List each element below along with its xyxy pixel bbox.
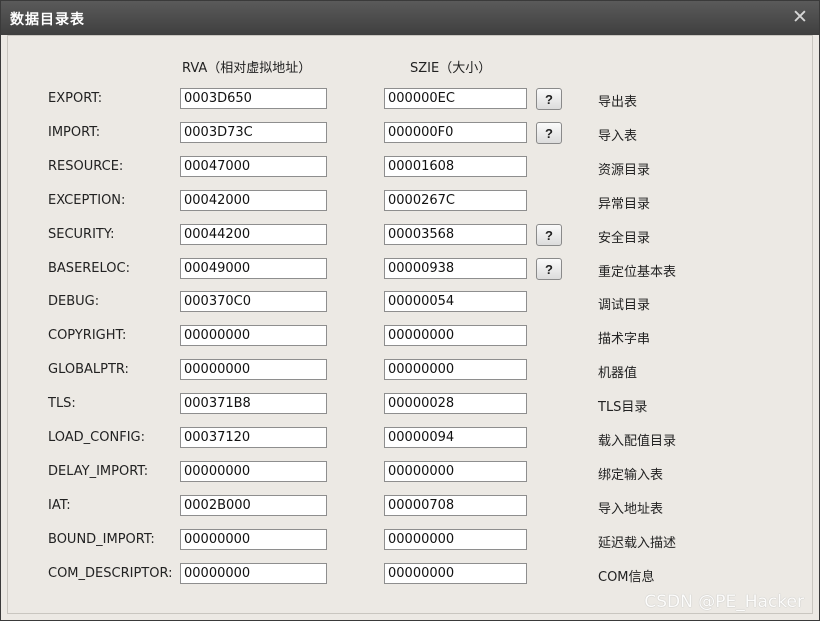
rva-column-header: RVA（相对虚拟地址） (182, 61, 312, 76)
row-label-bound-import: BOUND_IMPORT: (48, 532, 155, 547)
row-label-globalptr: GLOBALPTR: (48, 362, 129, 377)
rva-field-basereloc[interactable] (180, 258, 327, 279)
row-description-iat: 导入地址表 (598, 502, 664, 517)
row-description-import: 导入表 (598, 129, 638, 144)
row-label-security: SECURITY: (48, 227, 115, 242)
size-field-import[interactable] (384, 122, 527, 143)
rva-field-delay-import[interactable] (180, 461, 327, 482)
close-icon[interactable]: ✕ (791, 8, 809, 27)
size-field-com-descriptor[interactable] (384, 563, 527, 584)
title-bar[interactable]: 数据目录表 ✕ (1, 1, 819, 35)
row-label-import: IMPORT: (48, 125, 101, 140)
row-description-exception: 异常目录 (598, 197, 651, 212)
row-label-basereloc: BASERELOC: (48, 261, 130, 276)
data-directory-dialog: 数据目录表 ✕ RVA（相对虚拟地址） SZIE（大小） EXPORT:? 导出表… (0, 0, 820, 621)
size-field-basereloc[interactable] (384, 258, 527, 279)
row-description-tls: TLS目录 (598, 400, 648, 415)
rva-field-tls[interactable] (180, 393, 327, 414)
size-field-load-config[interactable] (384, 427, 527, 448)
row-description-basereloc: 重定位基本表 (598, 265, 677, 280)
rva-field-security[interactable] (180, 224, 327, 245)
size-field-exception[interactable] (384, 190, 527, 211)
window-title: 数据目录表 (10, 12, 85, 28)
row-description-security: 安全目录 (598, 231, 651, 246)
row-label-delay-import: DELAY_IMPORT: (48, 464, 149, 479)
size-field-export[interactable] (384, 88, 527, 109)
directory-panel: RVA（相对虚拟地址） SZIE（大小） EXPORT:? 导出表 IMPORT:?… (7, 35, 813, 614)
size-field-bound-import[interactable] (384, 529, 527, 550)
row-description-export: 导出表 (598, 95, 638, 110)
help-button-security[interactable]: ? (536, 224, 562, 246)
rva-field-copyright[interactable] (180, 325, 327, 346)
row-label-copyright: COPYRIGHT: (48, 328, 127, 343)
row-description-com-descriptor: COM信息 (598, 570, 655, 585)
rva-field-iat[interactable] (180, 495, 327, 516)
row-label-export: EXPORT: (48, 91, 103, 106)
row-description-load-config: 载入配值目录 (598, 434, 677, 449)
size-field-globalptr[interactable] (384, 359, 527, 380)
rva-field-globalptr[interactable] (180, 359, 327, 380)
rva-field-resource[interactable] (180, 156, 327, 177)
row-description-resource: 资源目录 (598, 163, 651, 178)
row-label-resource: RESOURCE: (48, 159, 124, 174)
help-button-export[interactable]: ? (536, 88, 562, 110)
rva-field-bound-import[interactable] (180, 529, 327, 550)
row-description-copyright: 描术字串 (598, 332, 651, 347)
watermark: CSDN @PE_Hacker (644, 592, 804, 612)
row-label-load-config: LOAD_CONFIG: (48, 430, 145, 445)
row-description-bound-import: 延迟载入描述 (598, 536, 677, 551)
size-field-copyright[interactable] (384, 325, 527, 346)
row-description-delay-import: 绑定输入表 (598, 468, 664, 483)
row-description-globalptr: 机器值 (598, 366, 638, 381)
size-field-resource[interactable] (384, 156, 527, 177)
help-button-basereloc[interactable]: ? (536, 258, 562, 280)
size-field-delay-import[interactable] (384, 461, 527, 482)
rva-field-exception[interactable] (180, 190, 327, 211)
size-field-tls[interactable] (384, 393, 527, 414)
size-field-debug[interactable] (384, 291, 527, 312)
rva-field-export[interactable] (180, 88, 327, 109)
row-label-tls: TLS: (48, 396, 76, 411)
size-field-security[interactable] (384, 224, 527, 245)
size-column-header: SZIE（大小） (410, 61, 492, 76)
rva-field-import[interactable] (180, 122, 327, 143)
rva-field-debug[interactable] (180, 291, 327, 312)
rva-field-load-config[interactable] (180, 427, 327, 448)
size-field-iat[interactable] (384, 495, 527, 516)
row-label-exception: EXCEPTION: (48, 193, 126, 208)
rva-field-com-descriptor[interactable] (180, 563, 327, 584)
row-label-com-descriptor: COM_DESCRIPTOR: (48, 566, 173, 581)
help-button-import[interactable]: ? (536, 122, 562, 144)
row-label-debug: DEBUG: (48, 294, 100, 309)
row-label-iat: IAT: (48, 498, 71, 513)
row-description-debug: 调试目录 (598, 298, 651, 313)
